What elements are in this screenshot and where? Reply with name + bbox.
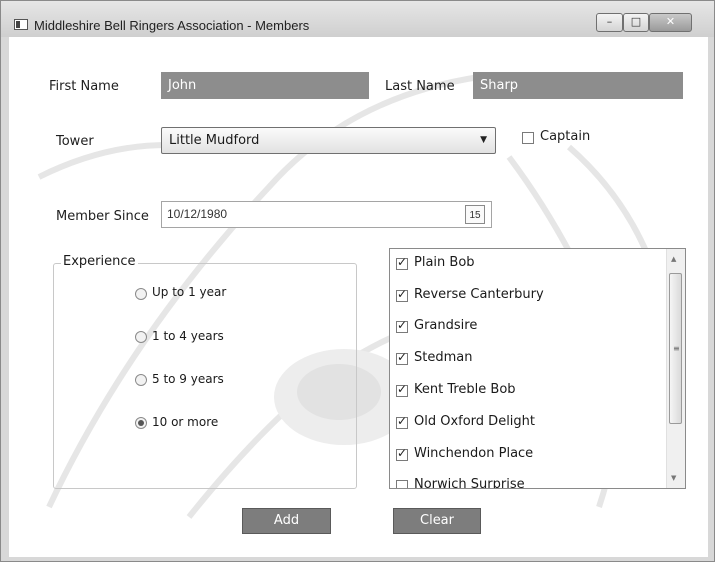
method-label: Winchendon Place xyxy=(414,446,534,461)
first-name-label: First Name xyxy=(49,79,119,94)
list-item[interactable]: Kent Treble Bob xyxy=(390,376,665,406)
method-checkbox[interactable] xyxy=(396,318,408,333)
grip-icon: ≡ xyxy=(673,344,680,353)
method-label: Norwich Surprise xyxy=(414,477,525,489)
add-button[interactable]: Add xyxy=(242,508,331,534)
tower-dropdown[interactable]: Little Mudford ▼ xyxy=(161,127,496,154)
arrow-down-icon[interactable]: ▼ xyxy=(671,474,676,482)
radio-10-or-more[interactable] xyxy=(135,417,147,429)
window-icon xyxy=(14,19,28,30)
minimize-button[interactable]: – xyxy=(596,13,623,32)
tower-selected-value: Little Mudford xyxy=(169,133,260,148)
last-name-label: Last Name xyxy=(385,79,455,94)
method-label: Old Oxford Delight xyxy=(414,414,536,429)
experience-title: Experience xyxy=(61,254,138,269)
method-checkbox[interactable] xyxy=(396,382,408,397)
title-bar[interactable]: Middleshire Bell Ringers Association - M… xyxy=(1,1,714,37)
tower-label: Tower xyxy=(56,134,94,149)
scrollbar-thumb[interactable]: ≡ xyxy=(669,273,682,424)
clear-button[interactable]: Clear xyxy=(393,508,481,534)
method-label: Grandsire xyxy=(414,318,478,333)
radio-label-1-to-4-years: 1 to 4 years xyxy=(152,329,224,343)
list-item[interactable]: Stedman xyxy=(390,344,665,374)
captain-label: Captain xyxy=(540,129,591,144)
list-item[interactable]: Old Oxford Delight xyxy=(390,408,665,438)
app-window: Middleshire Bell Ringers Association - M… xyxy=(0,0,715,562)
form-area: First Name John Last Name Sharp Tower Li… xyxy=(9,37,708,557)
radio-up-to-1-year[interactable] xyxy=(135,288,147,300)
radio-5-to-9-years[interactable] xyxy=(135,374,147,386)
radio-label-5-to-9-years: 5 to 9 years xyxy=(152,372,224,386)
list-item[interactable]: Grandsire xyxy=(390,312,665,342)
method-label: Kent Treble Bob xyxy=(414,382,516,397)
method-checkbox[interactable] xyxy=(396,414,408,429)
method-checkbox[interactable] xyxy=(396,446,408,461)
list-item[interactable]: Winchendon Place xyxy=(390,440,665,470)
radio-1-to-4-years[interactable] xyxy=(135,331,147,343)
method-checkbox[interactable] xyxy=(396,255,408,270)
vertical-scrollbar[interactable]: ▲ ≡ ▼ xyxy=(666,249,685,488)
list-item[interactable]: Reverse Canterbury xyxy=(390,281,665,311)
chevron-down-icon[interactable]: ▼ xyxy=(480,128,487,153)
member-since-value: 10/12/1980 xyxy=(167,207,228,221)
radio-label-10-or-more: 10 or more xyxy=(152,415,219,429)
method-checkbox[interactable] xyxy=(396,350,408,365)
captain-checkbox[interactable] xyxy=(522,132,534,144)
window-title: Middleshire Bell Ringers Association - M… xyxy=(34,18,310,33)
first-name-field[interactable]: John xyxy=(161,72,369,99)
method-label: Plain Bob xyxy=(414,255,475,270)
list-item[interactable]: Plain Bob xyxy=(390,249,665,279)
calendar-icon[interactable]: 15 xyxy=(465,205,485,224)
member-since-datepicker[interactable]: 10/12/1980 15 xyxy=(161,201,492,228)
method-checkbox[interactable] xyxy=(396,480,408,488)
member-since-label: Member Since xyxy=(56,209,149,224)
radio-label-up-to-1-year: Up to 1 year xyxy=(152,285,227,299)
close-button[interactable]: ✕ xyxy=(649,13,692,32)
methods-listbox[interactable]: Plain Bob Reverse Canterbury Grandsire S… xyxy=(389,248,686,489)
arrow-up-icon[interactable]: ▲ xyxy=(671,255,676,263)
list-item[interactable]: Norwich Surprise xyxy=(390,471,665,489)
last-name-field[interactable]: Sharp xyxy=(473,72,683,99)
method-checkbox[interactable] xyxy=(396,287,408,302)
method-label: Reverse Canterbury xyxy=(414,287,544,302)
maximize-button[interactable]: □ xyxy=(623,13,649,32)
method-label: Stedman xyxy=(414,350,473,365)
